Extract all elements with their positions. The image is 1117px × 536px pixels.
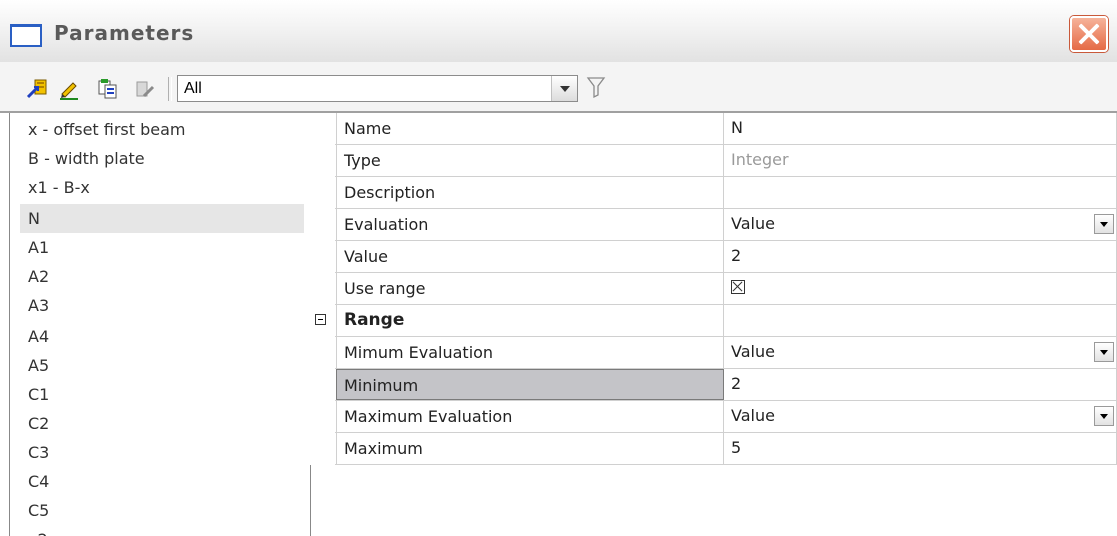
- description-field[interactable]: [725, 177, 1117, 208]
- evaluation-value: Value: [731, 214, 775, 233]
- category-label[interactable]: Range: [336, 305, 724, 336]
- min-evaluation-value: Value: [731, 342, 775, 361]
- parameter-list: x - offset first beam B - width plate x1…: [9, 113, 311, 536]
- collapse-icon[interactable]: [315, 314, 326, 325]
- chevron-down-icon[interactable]: [551, 76, 577, 101]
- row-gutter: [309, 433, 335, 465]
- property-row-min-evaluation: Mimum Evaluation Value: [309, 337, 1117, 369]
- max-evaluation-select[interactable]: Value: [725, 401, 1117, 432]
- property-row-max-evaluation: Maximum Evaluation Value: [309, 401, 1117, 433]
- property-label[interactable]: Maximum Evaluation: [336, 401, 724, 432]
- list-item[interactable]: C2: [20, 409, 304, 438]
- row-gutter: [309, 177, 335, 209]
- funnel-icon[interactable]: [586, 75, 606, 99]
- property-label[interactable]: Description: [336, 177, 724, 208]
- property-value[interactable]: N: [725, 113, 1117, 144]
- property-label[interactable]: Maximum: [336, 433, 724, 464]
- filter-value: All: [184, 80, 202, 97]
- delete-icon[interactable]: [134, 78, 155, 98]
- evaluation-select[interactable]: Value: [725, 209, 1117, 240]
- title-bar: Parameters: [0, 0, 1117, 63]
- min-evaluation-select[interactable]: Value: [725, 337, 1117, 368]
- max-evaluation-value: Value: [731, 406, 775, 425]
- chevron-down-icon[interactable]: [1094, 406, 1114, 426]
- close-button[interactable]: [1070, 16, 1108, 52]
- property-label[interactable]: Use range: [336, 273, 724, 304]
- chevron-down-icon[interactable]: [1094, 342, 1114, 362]
- list-item[interactable]: x - offset first beam: [20, 115, 304, 144]
- list-item[interactable]: A4: [20, 322, 304, 351]
- property-label[interactable]: Value: [336, 241, 724, 272]
- list-item[interactable]: C4: [20, 467, 304, 496]
- filter-dropdown[interactable]: All: [177, 75, 578, 102]
- property-grid: Name N Type Integer Description Evaluati…: [309, 113, 1117, 468]
- list-item[interactable]: A3: [20, 291, 304, 320]
- edit-icon[interactable]: [58, 78, 78, 100]
- list-item[interactable]: C3: [20, 438, 304, 467]
- list-item[interactable]: C1: [20, 380, 304, 409]
- property-value: Integer: [725, 145, 1117, 176]
- use-range-cell: [725, 273, 1117, 304]
- property-row-name: Name N: [309, 113, 1117, 145]
- property-row-use-range: Use range: [309, 273, 1117, 305]
- copy-icon[interactable]: [97, 78, 117, 99]
- property-label[interactable]: Evaluation: [336, 209, 724, 240]
- list-item[interactable]: A1: [20, 233, 304, 262]
- property-label[interactable]: Type: [336, 145, 724, 176]
- property-row-minimum: Minimum 2: [309, 369, 1117, 401]
- property-row-range-category: Range: [309, 305, 1117, 337]
- toolbar: All: [0, 62, 1117, 113]
- property-row-description: Description: [309, 177, 1117, 209]
- row-gutter: [309, 273, 335, 305]
- property-label[interactable]: Minimum: [336, 369, 724, 400]
- row-gutter: [309, 145, 335, 177]
- property-row-maximum: Maximum 5: [309, 433, 1117, 465]
- property-row-type: Type Integer: [309, 145, 1117, 177]
- row-gutter: [309, 209, 335, 241]
- list-item[interactable]: x1 - B-x: [20, 173, 304, 202]
- property-row-value: Value 2: [309, 241, 1117, 273]
- maximum-field[interactable]: 5: [725, 433, 1117, 464]
- list-item[interactable]: C5: [20, 496, 304, 525]
- row-gutter: [309, 305, 335, 337]
- new-parameter-icon[interactable]: [26, 78, 47, 99]
- list-item[interactable]: B - width plate: [20, 144, 304, 173]
- chevron-down-icon[interactable]: [1094, 214, 1114, 234]
- row-gutter: [309, 401, 335, 433]
- list-item[interactable]: x2: [20, 525, 304, 536]
- property-label[interactable]: Name: [336, 113, 724, 144]
- use-range-checkbox[interactable]: [731, 280, 745, 294]
- property-label[interactable]: Mimum Evaluation: [336, 337, 724, 368]
- property-row-evaluation: Evaluation Value: [309, 209, 1117, 241]
- row-gutter: [309, 369, 335, 401]
- list-item[interactable]: A2: [20, 262, 304, 291]
- window-icon: [10, 24, 42, 47]
- window-title: Parameters: [54, 21, 195, 45]
- property-value: [725, 305, 1117, 336]
- list-item[interactable]: A5: [20, 351, 304, 380]
- list-item[interactable]: N: [20, 204, 304, 233]
- row-gutter: [309, 113, 335, 145]
- value-field[interactable]: 2: [725, 241, 1117, 272]
- toolbar-separator: [168, 77, 172, 101]
- row-gutter: [309, 337, 335, 369]
- row-gutter: [309, 241, 335, 273]
- minimum-field[interactable]: 2: [725, 369, 1117, 400]
